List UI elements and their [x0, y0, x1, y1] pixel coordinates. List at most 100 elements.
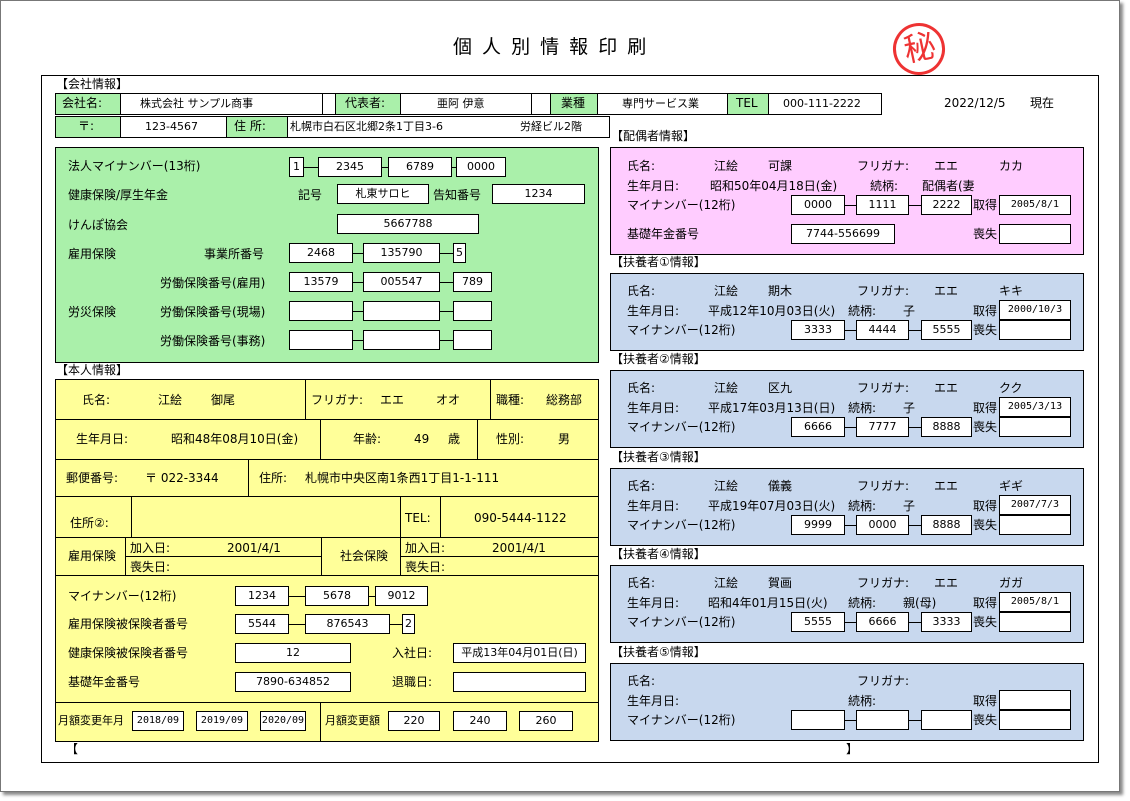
- col-line: [248, 459, 249, 496]
- dependent-birth: 平成19年07月03日(火): [708, 499, 836, 513]
- dependent-get-label: 取得: [973, 596, 998, 610]
- col-line: [305, 379, 306, 419]
- rodo-genba-label: 労働保険番号(現場): [160, 305, 266, 319]
- row-line: [55, 459, 599, 460]
- industry: 専門サービス業: [622, 97, 699, 110]
- footer-bracket-open: 【: [66, 742, 79, 756]
- dependent-furi-first: キキ: [999, 284, 1024, 298]
- dependent-mynumber-1: 3333: [791, 320, 845, 340]
- dependent-name-last: 江絵: [714, 479, 739, 493]
- person-addr2-label: 住所②:: [70, 516, 109, 530]
- dependent-mynumber-2: 6666: [856, 612, 909, 632]
- dependent-mynumber-label: マイナンバー(12桁): [627, 713, 736, 727]
- dependent-furi-first: ガガ: [999, 576, 1024, 590]
- dependent-birth: 平成12年10月03日(火): [708, 304, 836, 318]
- dependent-mynumber-3: [921, 710, 972, 730]
- person-nyusha-label: 入社日:: [392, 646, 433, 660]
- person-kenpo-no: 12: [235, 643, 351, 663]
- jigyosho-3: 5: [453, 243, 466, 263]
- corp-mynumber-1: 1: [289, 157, 304, 177]
- person-mynumber-label: マイナンバー(12桁): [68, 589, 177, 603]
- rodo-genba-3: [453, 301, 492, 321]
- dependent-section-title: 【扶養者⑤情報】: [611, 645, 706, 659]
- getsugaku-ym-2: 2019/09: [196, 711, 248, 731]
- rodo-jimu-2: [363, 330, 440, 350]
- dependent-get-label: 取得: [973, 401, 998, 415]
- dependent-mynumber-label: マイナンバー(12桁): [627, 420, 736, 434]
- dependent-mynumber-dash: [845, 622, 856, 623]
- jigyosho-label: 事業所番号: [204, 247, 265, 261]
- person-name-first: 御尾: [211, 393, 236, 407]
- jigyosho-dash: [440, 253, 453, 254]
- rep-sep-cell: [531, 93, 551, 115]
- dependent-mynumber-3: 5555: [921, 320, 972, 340]
- person-section-title: 【本人情報】: [56, 363, 129, 377]
- corp-mynumber-2: 2345: [318, 157, 382, 177]
- company-address-1: 札幌市白石区北郷2条1丁目3-6: [290, 120, 443, 133]
- dependent-mynumber-3: 8888: [921, 417, 972, 437]
- getsugaku-label: 月額変更額: [325, 714, 380, 727]
- getsugaku-3: 260: [519, 711, 573, 731]
- row-line: [55, 575, 599, 576]
- dependent-furi-last: エエ: [934, 479, 959, 493]
- dependent-rel-label: 続柄:: [848, 596, 877, 610]
- person-taishoku-label: 退職日:: [392, 675, 433, 689]
- dependent-rel: 子: [903, 304, 916, 318]
- person-furi-last: エエ: [380, 393, 405, 407]
- spouse-furigana-label: フリガナ:: [857, 159, 910, 173]
- dependent-mynumber-dash: [909, 720, 921, 721]
- dependent-mynumber-dash: [845, 720, 856, 721]
- dependent-mynumber-2: [856, 710, 909, 730]
- spouse-furi-last: エエ: [934, 159, 959, 173]
- person-mynumber-2: 5678: [305, 586, 369, 606]
- company-zip-label: 〒:: [78, 119, 95, 133]
- report-date: 2022/12/5: [944, 96, 1006, 110]
- spouse-lose-label: 喪失: [973, 227, 998, 241]
- person-mynumber-1: 1234: [235, 586, 289, 606]
- company-name: 株式会社 サンプル商事: [140, 97, 254, 110]
- person-koyou-no-2: 876543: [305, 614, 390, 634]
- dependent-furi-last: エエ: [934, 576, 959, 590]
- spouse-get: 2005/8/1: [999, 195, 1071, 215]
- rodo-genba-1: [289, 301, 353, 321]
- spouse-rel: 配偶者(妻: [922, 179, 975, 193]
- dependent-lose-label: 喪失: [973, 518, 998, 532]
- dependent-mynumber-dash: [909, 427, 921, 428]
- person-koyou-join: 2001/4/1: [227, 541, 281, 555]
- person-shakai-join: 2001/4/1: [492, 541, 546, 555]
- person-koyou-join-label: 加入日:: [130, 541, 171, 555]
- dependent-lose: [999, 612, 1071, 632]
- dependent-lose: [999, 320, 1071, 340]
- col-line: [125, 537, 126, 575]
- dependent-lose: [999, 515, 1071, 535]
- rodo-jimu-label: 労働保険番号(事務): [160, 334, 266, 348]
- dependent-lose-label: 喪失: [973, 615, 998, 629]
- rodo-jimu-dash: [353, 340, 363, 341]
- dependent-furi-first: クク: [999, 381, 1023, 395]
- rep-label: 代表者:: [345, 96, 386, 110]
- dependent-furigana-label: フリガナ:: [857, 479, 910, 493]
- dependent-get: [999, 690, 1071, 710]
- person-koyou-no-label: 雇用保険被保険者番号: [68, 617, 189, 631]
- row-line: [400, 556, 599, 557]
- dependent-mynumber-dash: [909, 525, 921, 526]
- dependent-name-first: 儀義: [768, 479, 793, 493]
- dependent-name-label: 氏名:: [627, 479, 656, 493]
- company-section-title: 【会社情報】: [56, 77, 129, 91]
- getsugaku-ym-3: 2020/09: [260, 711, 306, 731]
- page-title: 個 人 別 情 報 印 刷: [453, 36, 649, 58]
- getsugaku-ym-1: 2018/09: [132, 711, 184, 731]
- dependent-mynumber-label: マイナンバー(12桁): [627, 323, 736, 337]
- spouse-birth: 昭和50年04月18日(金): [710, 179, 838, 193]
- person-job-label: 職種:: [496, 393, 525, 407]
- dependent-get: 2005/3/13: [999, 397, 1071, 417]
- spouse-birth-label: 生年月日:: [627, 179, 680, 193]
- dependent-mynumber-dash: [845, 525, 856, 526]
- spouse-mynumber-2: 1111: [856, 195, 909, 215]
- rodo-koyou-label: 労働保険番号(雇用): [160, 276, 266, 290]
- person-koyou-no-3: 2: [402, 614, 415, 634]
- corp-mynumber-dash: [304, 167, 318, 168]
- dependent-get: 2007/7/3: [999, 495, 1071, 515]
- person-sex-label: 性別:: [496, 432, 525, 446]
- person-job: 総務部: [546, 393, 583, 407]
